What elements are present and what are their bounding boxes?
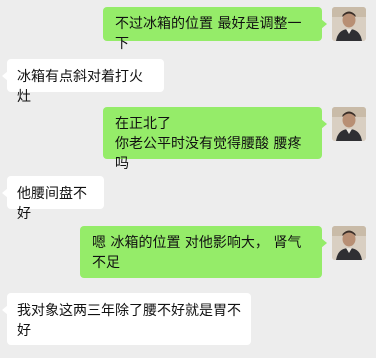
user-avatar[interactable] bbox=[332, 107, 366, 141]
user-avatar[interactable] bbox=[332, 226, 366, 260]
received-message-bubble[interactable]: 我对象这两三年除了腰不好就是胃不好 bbox=[2, 293, 251, 345]
person-avatar-icon bbox=[332, 7, 366, 41]
received-message-bubble[interactable]: 他腰间盘不好 bbox=[2, 176, 104, 222]
person-avatar-icon bbox=[332, 107, 366, 141]
person-avatar-icon bbox=[332, 226, 366, 260]
sent-message-bubble[interactable]: 不过冰箱的位置 最好是调整一下 bbox=[103, 7, 327, 52]
received-message-bubble[interactable]: 冰箱有点斜对着打火灶 bbox=[2, 59, 164, 105]
user-avatar[interactable] bbox=[332, 7, 366, 41]
chat-conversation: 不过冰箱的位置 最好是调整一下 冰箱有点斜对着打火灶 在正北了 你老公平时没有觉… bbox=[0, 0, 376, 358]
sent-message-bubble[interactable]: 嗯 冰箱的位置 对他影响大， 肾气不足 bbox=[80, 226, 327, 278]
sent-message-bubble[interactable]: 在正北了 你老公平时没有觉得腰酸 腰疼吗 bbox=[103, 107, 327, 172]
